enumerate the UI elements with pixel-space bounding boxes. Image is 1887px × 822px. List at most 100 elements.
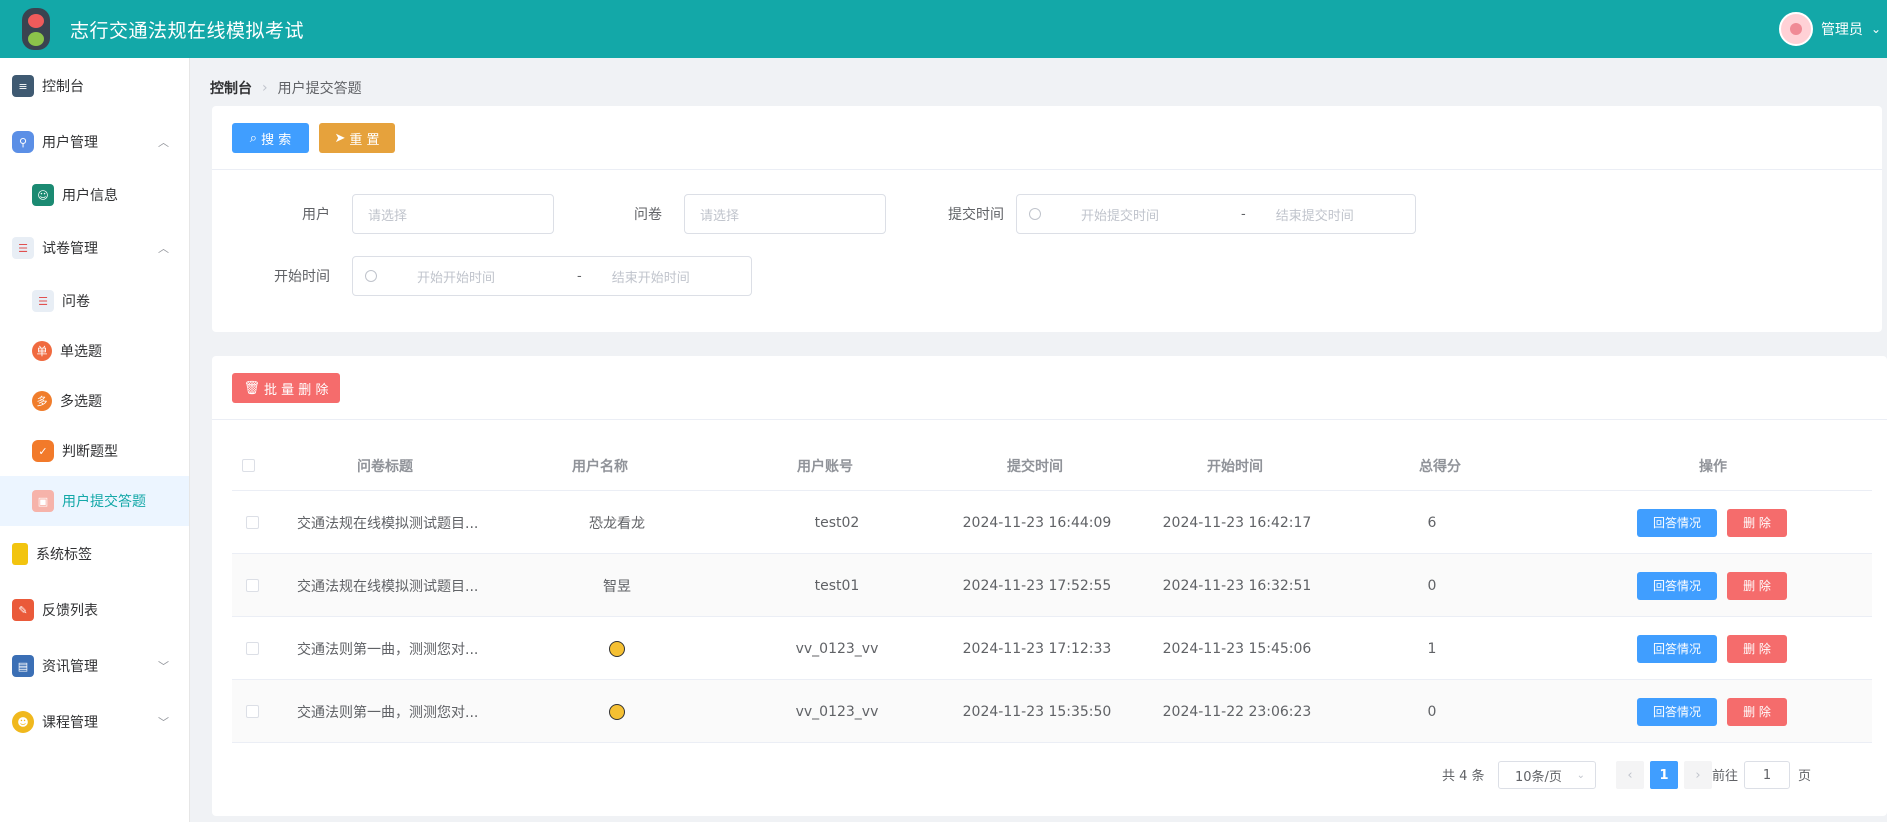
sidebar-item-label: 判断题型 <box>62 444 118 460</box>
user-icon: ⚲ <box>12 131 34 153</box>
answer-details-button[interactable]: 回答情况 <box>1637 634 1717 663</box>
sidebar-item-true-false[interactable]: ✓ 判断题型 <box>0 426 189 476</box>
app-title: 志行交通法规在线模拟考试 <box>70 19 305 42</box>
pagination-total: 共 4 条 <box>1442 769 1485 784</box>
column-header-title: 问卷标题 <box>357 459 413 475</box>
column-header-account: 用户账号 <box>797 459 853 475</box>
cell-submit-time: 2024-11-23 17:52:55 <box>962 577 1112 594</box>
delete-button[interactable]: 删 除 <box>1727 571 1787 600</box>
delete-button[interactable]: 删 除 <box>1727 634 1787 663</box>
batch-delete-button[interactable]: 🗑 批 量 删 除 <box>232 373 340 403</box>
cell-account: vv_0123_vv <box>795 703 879 720</box>
chevron-down-icon[interactable]: ⌄ <box>1871 22 1881 36</box>
submit-end-input[interactable]: 结束提交时间 <box>1276 205 1354 224</box>
paper-select[interactable]: 请选择 <box>684 194 886 234</box>
goto-page-input[interactable]: 1 <box>1744 761 1790 789</box>
news-icon: ▤ <box>12 655 34 677</box>
start-end-input[interactable]: 结束开始时间 <box>612 267 690 286</box>
submit-time-range[interactable]: 开始提交时间 - 结束提交时间 <box>1016 194 1416 234</box>
start-time-range[interactable]: 开始开始时间 - 结束开始时间 <box>352 256 752 296</box>
tag-icon <box>12 543 28 565</box>
prev-page-button[interactable]: ‹ <box>1616 761 1644 789</box>
chevron-up-icon: ︿ <box>158 242 169 255</box>
sidebar-item-label: 资讯管理 <box>42 659 98 675</box>
submit-start-input[interactable]: 开始提交时间 <box>1081 205 1231 224</box>
page-number-button[interactable]: 1 <box>1650 761 1678 789</box>
start-start-input[interactable]: 开始开始时间 <box>417 267 567 286</box>
answer-details-button[interactable]: 回答情况 <box>1637 571 1717 600</box>
breadcrumb-current: 用户提交答题 <box>277 81 362 97</box>
cell-name: 智昱 <box>603 578 631 595</box>
cell-account: test02 <box>814 514 860 531</box>
sidebar-item-console[interactable]: ≡ 控制台 <box>0 58 189 114</box>
cell-title: 交通法规在线模拟测试题目... <box>297 578 479 595</box>
row-checkbox[interactable] <box>246 491 259 554</box>
goto-prefix: 前往 <box>1712 769 1739 784</box>
breadcrumb-root[interactable]: 控制台 <box>210 78 252 98</box>
column-header-submit-time: 提交时间 <box>1007 459 1063 475</box>
questionnaire-icon: ☰ <box>32 290 54 312</box>
answer-details-button[interactable]: 回答情况 <box>1637 508 1717 537</box>
search-button-label: 搜 索 <box>261 132 292 148</box>
user-menu[interactable]: 管理员 ⌄ <box>1778 12 1881 46</box>
cell-start-time: 2024-11-22 23:06:23 <box>1162 703 1312 720</box>
single-choice-icon: 单 <box>32 341 52 361</box>
sidebar-item-multi-choice[interactable]: 多 多选题 <box>0 376 189 426</box>
page-size-select[interactable]: 10条/页 ⌄ <box>1498 761 1596 789</box>
answer-details-button[interactable]: 回答情况 <box>1637 697 1717 726</box>
sidebar-item-label: 多选题 <box>60 394 102 410</box>
row-checkbox[interactable] <box>246 554 259 617</box>
search-button[interactable]: ⌕ 搜 索 <box>232 123 309 153</box>
sidebar-item-paper-management[interactable]: ☰ 试卷管理 ︿ <box>0 220 189 276</box>
cell-score: 0 <box>1427 703 1437 720</box>
divider <box>212 419 1887 420</box>
user-card-icon: ☺ <box>32 184 54 206</box>
cell-start-time: 2024-11-23 15:45:06 <box>1162 640 1312 657</box>
cell-account: vv_0123_vv <box>795 640 879 657</box>
cell-start-time: 2024-11-23 16:32:51 <box>1162 577 1312 594</box>
sidebar-item-label: 系统标签 <box>36 547 92 563</box>
cell-start-time: 2024-11-23 16:42:17 <box>1162 514 1312 531</box>
true-false-icon: ✓ <box>32 440 54 462</box>
sidebar-item-news[interactable]: ▤ 资讯管理 ﹀ <box>0 638 189 694</box>
sidebar-item-questionnaire[interactable]: ☰ 问卷 <box>0 276 189 326</box>
sidebar-item-courses[interactable]: ☻ 课程管理 ﹀ <box>0 694 189 750</box>
sidebar-item-single-choice[interactable]: 单 单选题 <box>0 326 189 376</box>
sidebar-item-label: 用户信息 <box>62 188 118 204</box>
reset-button-label: 重 置 <box>349 132 380 148</box>
sidebar-item-user-info[interactable]: ☺ 用户信息 <box>0 170 189 220</box>
emoji-face-icon <box>609 640 625 657</box>
sidebar-item-user-management[interactable]: ⚲ 用户管理 ︿ <box>0 114 189 170</box>
sidebar-item-label: 控制台 <box>42 79 84 95</box>
user-select[interactable]: 请选择 <box>352 194 554 234</box>
sidebar-item-feedback[interactable]: ✎ 反馈列表 <box>0 582 189 638</box>
table-card: 🗑 批 量 删 除 问卷标题 用户名称 用户账号 提交时间 开始时间 总得分 操… <box>212 356 1887 816</box>
column-header-actions: 操作 <box>1699 459 1727 475</box>
delete-button[interactable]: 删 除 <box>1727 508 1787 537</box>
paper-label: 问卷 <box>634 207 662 223</box>
chevron-down-icon: ﹀ <box>158 716 169 729</box>
row-checkbox[interactable] <box>246 680 259 743</box>
start-time-label: 开始时间 <box>274 269 330 285</box>
avatar[interactable] <box>1778 12 1813 46</box>
range-separator: - <box>577 268 582 284</box>
cell-name: 恐龙看龙 <box>589 515 645 532</box>
row-checkbox[interactable] <box>246 617 259 680</box>
sidebar-item-label: 用户提交答题 <box>62 494 146 510</box>
reset-button[interactable]: ➤ 重 置 <box>319 123 395 153</box>
multi-choice-icon: 多 <box>32 391 52 411</box>
sidebar: ≡ 控制台 ⚲ 用户管理 ︿ ☺ 用户信息 ☰ 试卷管理 ︿ ☰ 问卷 单 单选… <box>0 58 190 822</box>
user-name[interactable]: 管理员 <box>1821 19 1863 39</box>
next-page-button[interactable]: › <box>1684 761 1712 789</box>
cell-name <box>532 617 702 680</box>
select-all-checkbox[interactable] <box>242 459 255 472</box>
dashboard-icon: ≡ <box>12 75 34 97</box>
cell-actions: 回答情况 删 除 <box>1637 491 1787 554</box>
sidebar-item-system-tags[interactable]: 系统标签 <box>0 526 189 582</box>
sidebar-item-label: 单选题 <box>60 344 102 360</box>
delete-button[interactable]: 删 除 <box>1727 697 1787 726</box>
sidebar-item-label: 课程管理 <box>42 715 98 731</box>
submit-time-label: 提交时间 <box>948 207 1004 223</box>
cell-title: 交通法规在线模拟测试题目... <box>297 515 479 532</box>
sidebar-item-user-submissions[interactable]: ▣ 用户提交答题 <box>0 476 189 526</box>
